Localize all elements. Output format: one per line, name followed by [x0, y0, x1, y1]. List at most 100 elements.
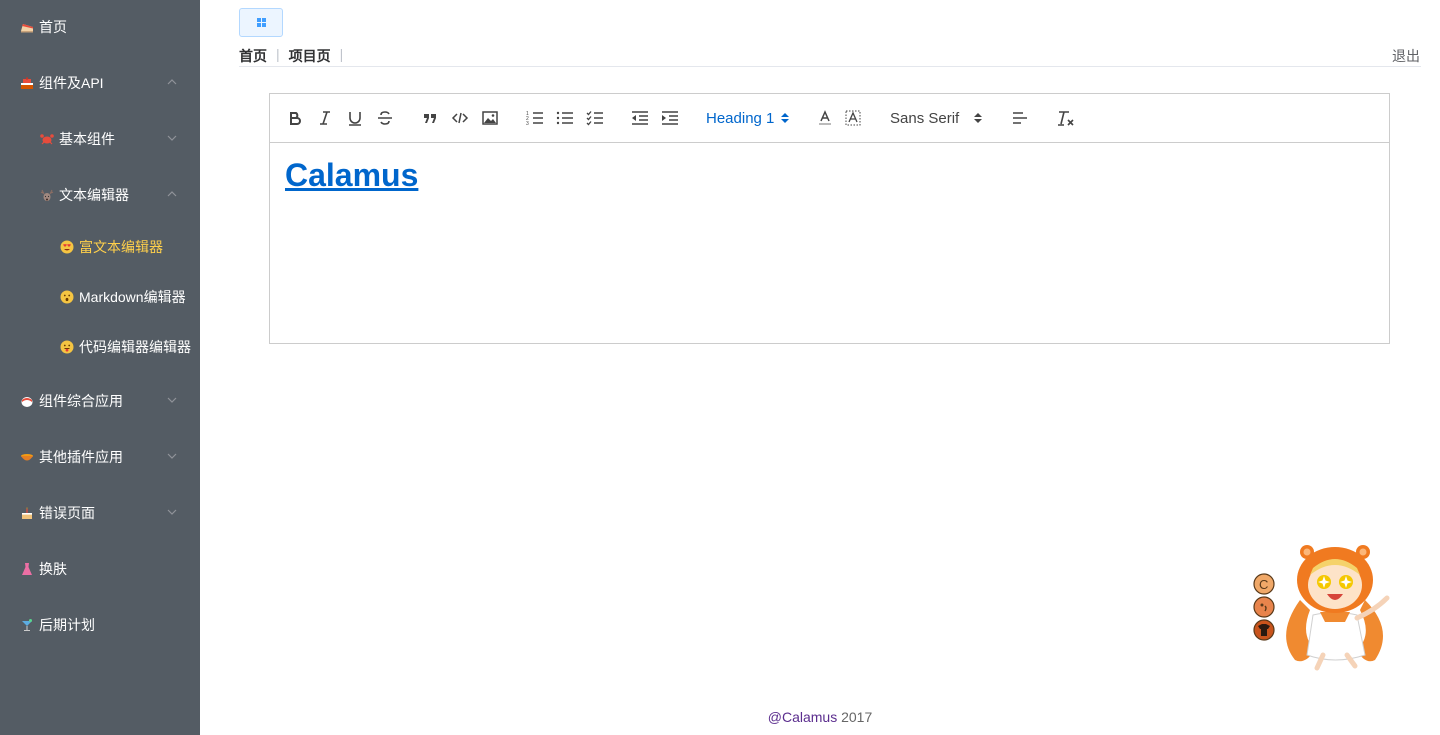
mascot-widget[interactable]: C — [1245, 540, 1405, 675]
sidebar-item-markdown-editor[interactable]: Markdown编辑器 — [0, 277, 200, 317]
mascot-menu-icons: C — [1253, 573, 1275, 641]
deer-icon — [40, 188, 54, 202]
sidebar-item-home[interactable]: 首页 — [0, 7, 200, 47]
cake-slice-icon — [20, 20, 34, 34]
sidebar-item-text-editor[interactable]: 文本编辑器 — [0, 175, 200, 215]
breadcrumb-item-project[interactable]: 项目页 — [289, 46, 331, 66]
blockquote-button[interactable] — [420, 106, 440, 130]
outdent-icon — [632, 111, 648, 125]
sidebar-item-other-plugins[interactable]: 其他插件应用 — [0, 437, 200, 477]
sidebar: 首页 组件及API 基本组件 文本编辑器 富文本编辑器 Markdown编辑器 — [0, 0, 200, 735]
crab-icon — [40, 132, 54, 146]
outdent-button[interactable] — [630, 106, 650, 130]
cocktail-icon — [20, 618, 34, 632]
smiley-heart-eyes-icon — [60, 240, 74, 254]
sidebar-item-code-editor[interactable]: 代码编辑器编辑器 — [0, 327, 200, 367]
indent-icon — [662, 111, 678, 125]
sort-arrows-icon — [974, 113, 983, 123]
editor-content[interactable]: Calamus — [270, 143, 1389, 208]
font-select-value: Sans Serif — [890, 109, 960, 127]
smiley-tongue-icon — [60, 340, 74, 354]
image-icon — [482, 111, 498, 125]
sidebar-item-label: 其他插件应用 — [39, 449, 123, 465]
header-select[interactable]: Heading 1 — [706, 106, 796, 130]
sidebar-item-label: 基本组件 — [59, 131, 115, 147]
align-button[interactable] — [1010, 106, 1030, 130]
header-select-value: Heading 1 — [706, 109, 775, 127]
footer: @Calamus 2017 — [0, 709, 1440, 725]
italic-button[interactable] — [315, 106, 335, 130]
ordered-list-button[interactable]: 123 — [525, 106, 545, 130]
ordered-list-icon: 123 — [526, 111, 543, 127]
sidebar-toggle-button[interactable] — [239, 8, 283, 37]
svg-text:C: C — [1259, 577, 1268, 592]
chevron-up-icon — [167, 191, 177, 197]
code-icon — [451, 112, 469, 124]
bold-icon — [290, 112, 301, 125]
sidebar-item-label: 代码编辑器编辑器 — [79, 339, 191, 355]
svg-text:3: 3 — [526, 121, 529, 127]
sidebar-item-theme[interactable]: 换肤 — [0, 549, 200, 589]
sort-arrows-icon — [781, 113, 790, 123]
bullet-list-button[interactable] — [555, 106, 575, 130]
image-button[interactable] — [480, 106, 500, 130]
sidebar-item-label: 组件综合应用 — [39, 393, 123, 409]
chevron-down-icon — [167, 453, 177, 459]
header-divider — [239, 66, 1421, 67]
breadcrumb-item-home[interactable]: 首页 — [239, 46, 267, 66]
strikethrough-button[interactable] — [375, 106, 395, 130]
text-color-icon — [819, 110, 831, 125]
logout-link[interactable]: 退出 — [1392, 46, 1420, 66]
rich-text-editor: 123 Heading 1 Sans Serif Calamus — [269, 93, 1390, 344]
background-color-button[interactable] — [843, 106, 863, 130]
indent-button[interactable] — [660, 106, 680, 130]
text-color-button[interactable] — [815, 106, 835, 130]
background-color-icon — [845, 110, 861, 126]
sidebar-item-components-api[interactable]: 组件及API — [0, 63, 200, 103]
breadcrumb-separator: | — [276, 46, 280, 62]
sidebar-item-label: 错误页面 — [39, 505, 95, 521]
sidebar-item-error-pages[interactable]: 错误页面 — [0, 493, 200, 533]
breadcrumb: 首页 | 项目页 | — [239, 46, 352, 66]
clear-format-button[interactable] — [1055, 106, 1077, 130]
sidebar-item-component-apps[interactable]: 组件综合应用 — [0, 381, 200, 421]
birthday-cake-icon — [20, 506, 34, 520]
bold-button[interactable] — [285, 106, 305, 130]
grid-icon — [256, 18, 266, 27]
content-heading-link[interactable]: Calamus — [285, 157, 418, 193]
dress-icon — [20, 562, 34, 576]
strikethrough-icon — [378, 111, 392, 125]
footer-year: 2017 — [841, 709, 873, 725]
chevron-down-icon — [167, 135, 177, 141]
clear-format-icon — [1058, 111, 1074, 126]
sidebar-item-future-plans[interactable]: 后期计划 — [0, 605, 200, 645]
chevron-down-icon — [167, 509, 177, 515]
content-heading: Calamus — [285, 157, 1374, 194]
sidebar-item-label: 富文本编辑器 — [79, 239, 163, 255]
chevron-up-icon — [167, 79, 177, 85]
breadcrumb-separator: | — [339, 46, 344, 62]
smiley-surprised-icon — [60, 290, 74, 304]
underline-icon — [349, 112, 361, 126]
code-block-button[interactable] — [450, 106, 470, 130]
align-left-icon — [1013, 112, 1027, 124]
checklist-icon — [586, 111, 603, 126]
sidebar-item-basic-components[interactable]: 基本组件 — [0, 119, 200, 159]
cake-icon — [20, 76, 34, 90]
sidebar-item-label: Markdown编辑器 — [79, 289, 186, 305]
bowl-icon — [20, 450, 34, 464]
sidebar-item-label: 换肤 — [39, 561, 67, 577]
quote-icon — [424, 114, 436, 123]
checklist-button[interactable] — [585, 106, 605, 130]
sidebar-item-label: 组件及API — [39, 75, 104, 91]
footer-brand: @Calamus — [767, 709, 838, 725]
bullet-list-icon — [556, 111, 573, 125]
editor-toolbar: 123 Heading 1 Sans Serif — [270, 94, 1389, 143]
sidebar-item-label: 后期计划 — [39, 617, 95, 633]
font-select[interactable]: Sans Serif — [890, 106, 990, 130]
italic-icon — [320, 111, 330, 125]
chevron-down-icon — [167, 397, 177, 403]
sidebar-item-label: 文本编辑器 — [59, 187, 129, 203]
underline-button[interactable] — [345, 106, 365, 130]
sidebar-item-rich-text-editor[interactable]: 富文本编辑器 — [0, 227, 200, 267]
